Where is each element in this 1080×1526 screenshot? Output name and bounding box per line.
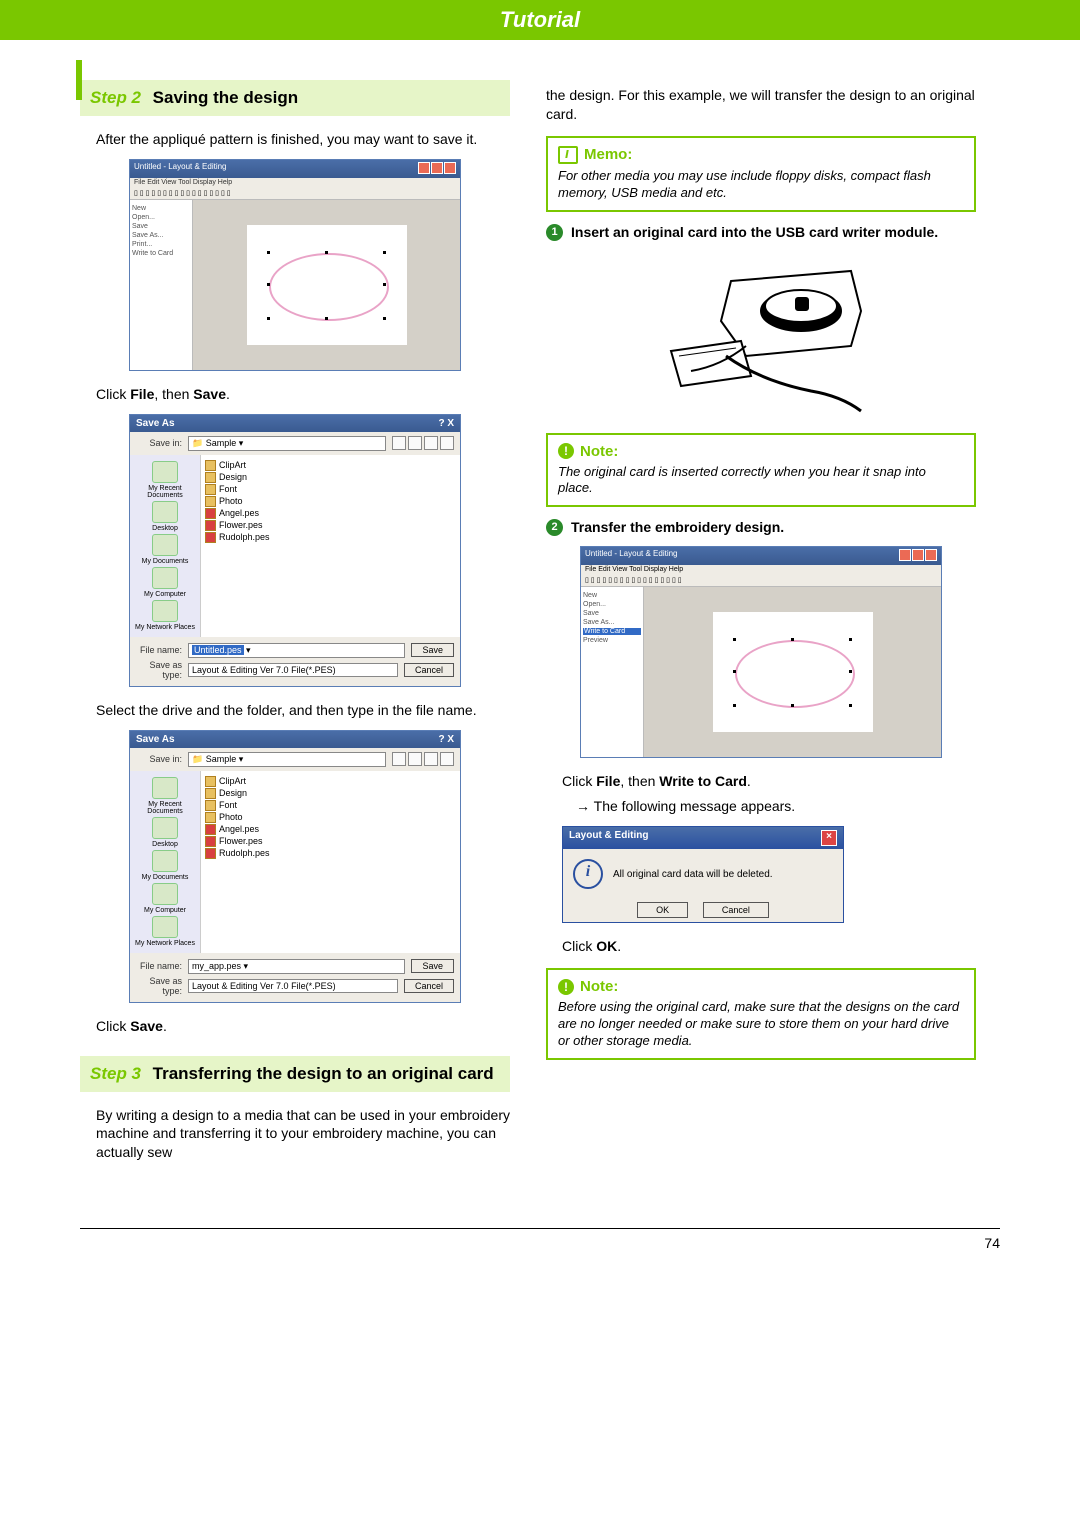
num-1: 1 (546, 224, 563, 241)
page-header: Tutorial (0, 0, 1080, 40)
save-dialog-1: Save As? X Save in: 📁 Sample ▾ My Recent… (129, 414, 461, 687)
ok-button[interactable]: OK (637, 902, 688, 918)
instr1-text: Insert an original card into the USB car… (571, 224, 976, 241)
arrow-line: → The following message appears. (576, 797, 976, 816)
left-column: Step 2 Saving the design After the appli… (80, 80, 510, 1168)
header-title: Tutorial (500, 7, 580, 33)
save-button[interactable]: Save (411, 643, 454, 657)
note1-body: The original card is inserted correctly … (558, 464, 964, 498)
num-2: 2 (546, 519, 563, 536)
app-screenshot-2: Untitled - Layout & Editing File Edit Vi… (580, 546, 942, 758)
memo-label: Memo: (584, 146, 632, 163)
instruction-1: 1 Insert an original card into the USB c… (546, 224, 976, 241)
info-icon: i (573, 859, 603, 889)
instruction-2: 2 Transfer the embroidery design. (546, 519, 976, 536)
step2-label: Step 2 (90, 88, 141, 107)
msgbox-title: Layout & Editing (569, 830, 648, 846)
step3-para1: By writing a design to a media that can … (96, 1106, 510, 1163)
memo-body: For other media you may use include flop… (558, 168, 964, 202)
save-dialog-2: Save As? X Save in: 📁 Sample ▾ My Recent… (129, 730, 461, 1003)
click-save-line: Click Save. (96, 1017, 510, 1036)
step3-label: Step 3 (90, 1064, 141, 1083)
page-footer: 74 (80, 1228, 1000, 1281)
click-write-line: Click File, then Write to Card. (562, 772, 976, 791)
close-icon[interactable]: × (821, 830, 837, 846)
select-drive-text: Select the drive and the folder, and the… (96, 701, 510, 720)
memo-callout: Memo: For other media you may use includ… (546, 136, 976, 212)
step3-title: Transferring the design to an original c… (153, 1064, 494, 1083)
memo-icon (558, 146, 578, 164)
right-column: the design. For this example, we will tr… (546, 80, 976, 1168)
step2-header: Step 2 Saving the design (80, 80, 510, 116)
note-icon: ! (558, 443, 574, 459)
step3-para-top: the design. For this example, we will tr… (546, 86, 976, 124)
step2-title: Saving the design (153, 88, 298, 107)
header-rule (76, 60, 82, 100)
click-ok-line: Click OK. (562, 937, 976, 956)
app-screenshot-1: Untitled - Layout & Editing File Edit Vi… (129, 159, 461, 371)
page-number: 74 (984, 1235, 1000, 1251)
card-writer-illustration (651, 251, 871, 421)
save-button-2[interactable]: Save (411, 959, 454, 973)
step2-intro: After the appliqué pattern is finished, … (96, 130, 510, 149)
cancel-button-msg[interactable]: Cancel (703, 902, 769, 918)
cancel-button[interactable]: Cancel (404, 663, 454, 677)
note-callout-1: ! Note: The original card is inserted cor… (546, 433, 976, 508)
message-box: Layout & Editing × i All original card da… (562, 826, 844, 923)
note-icon-2: ! (558, 979, 574, 995)
instr2-text: Transfer the embroidery design. (571, 519, 976, 536)
msgbox-body: All original card data will be deleted. (613, 869, 773, 880)
cancel-button-2[interactable]: Cancel (404, 979, 454, 993)
note-callout-2: ! Note: Before using the original card, m… (546, 968, 976, 1060)
note2-body: Before using the original card, make sur… (558, 999, 964, 1050)
note1-label: Note: (580, 443, 618, 460)
note2-label: Note: (580, 978, 618, 995)
step3-header: Step 3 Transferring the design to an ori… (80, 1056, 510, 1092)
click-file-save: Click File, then Save. (96, 385, 510, 404)
